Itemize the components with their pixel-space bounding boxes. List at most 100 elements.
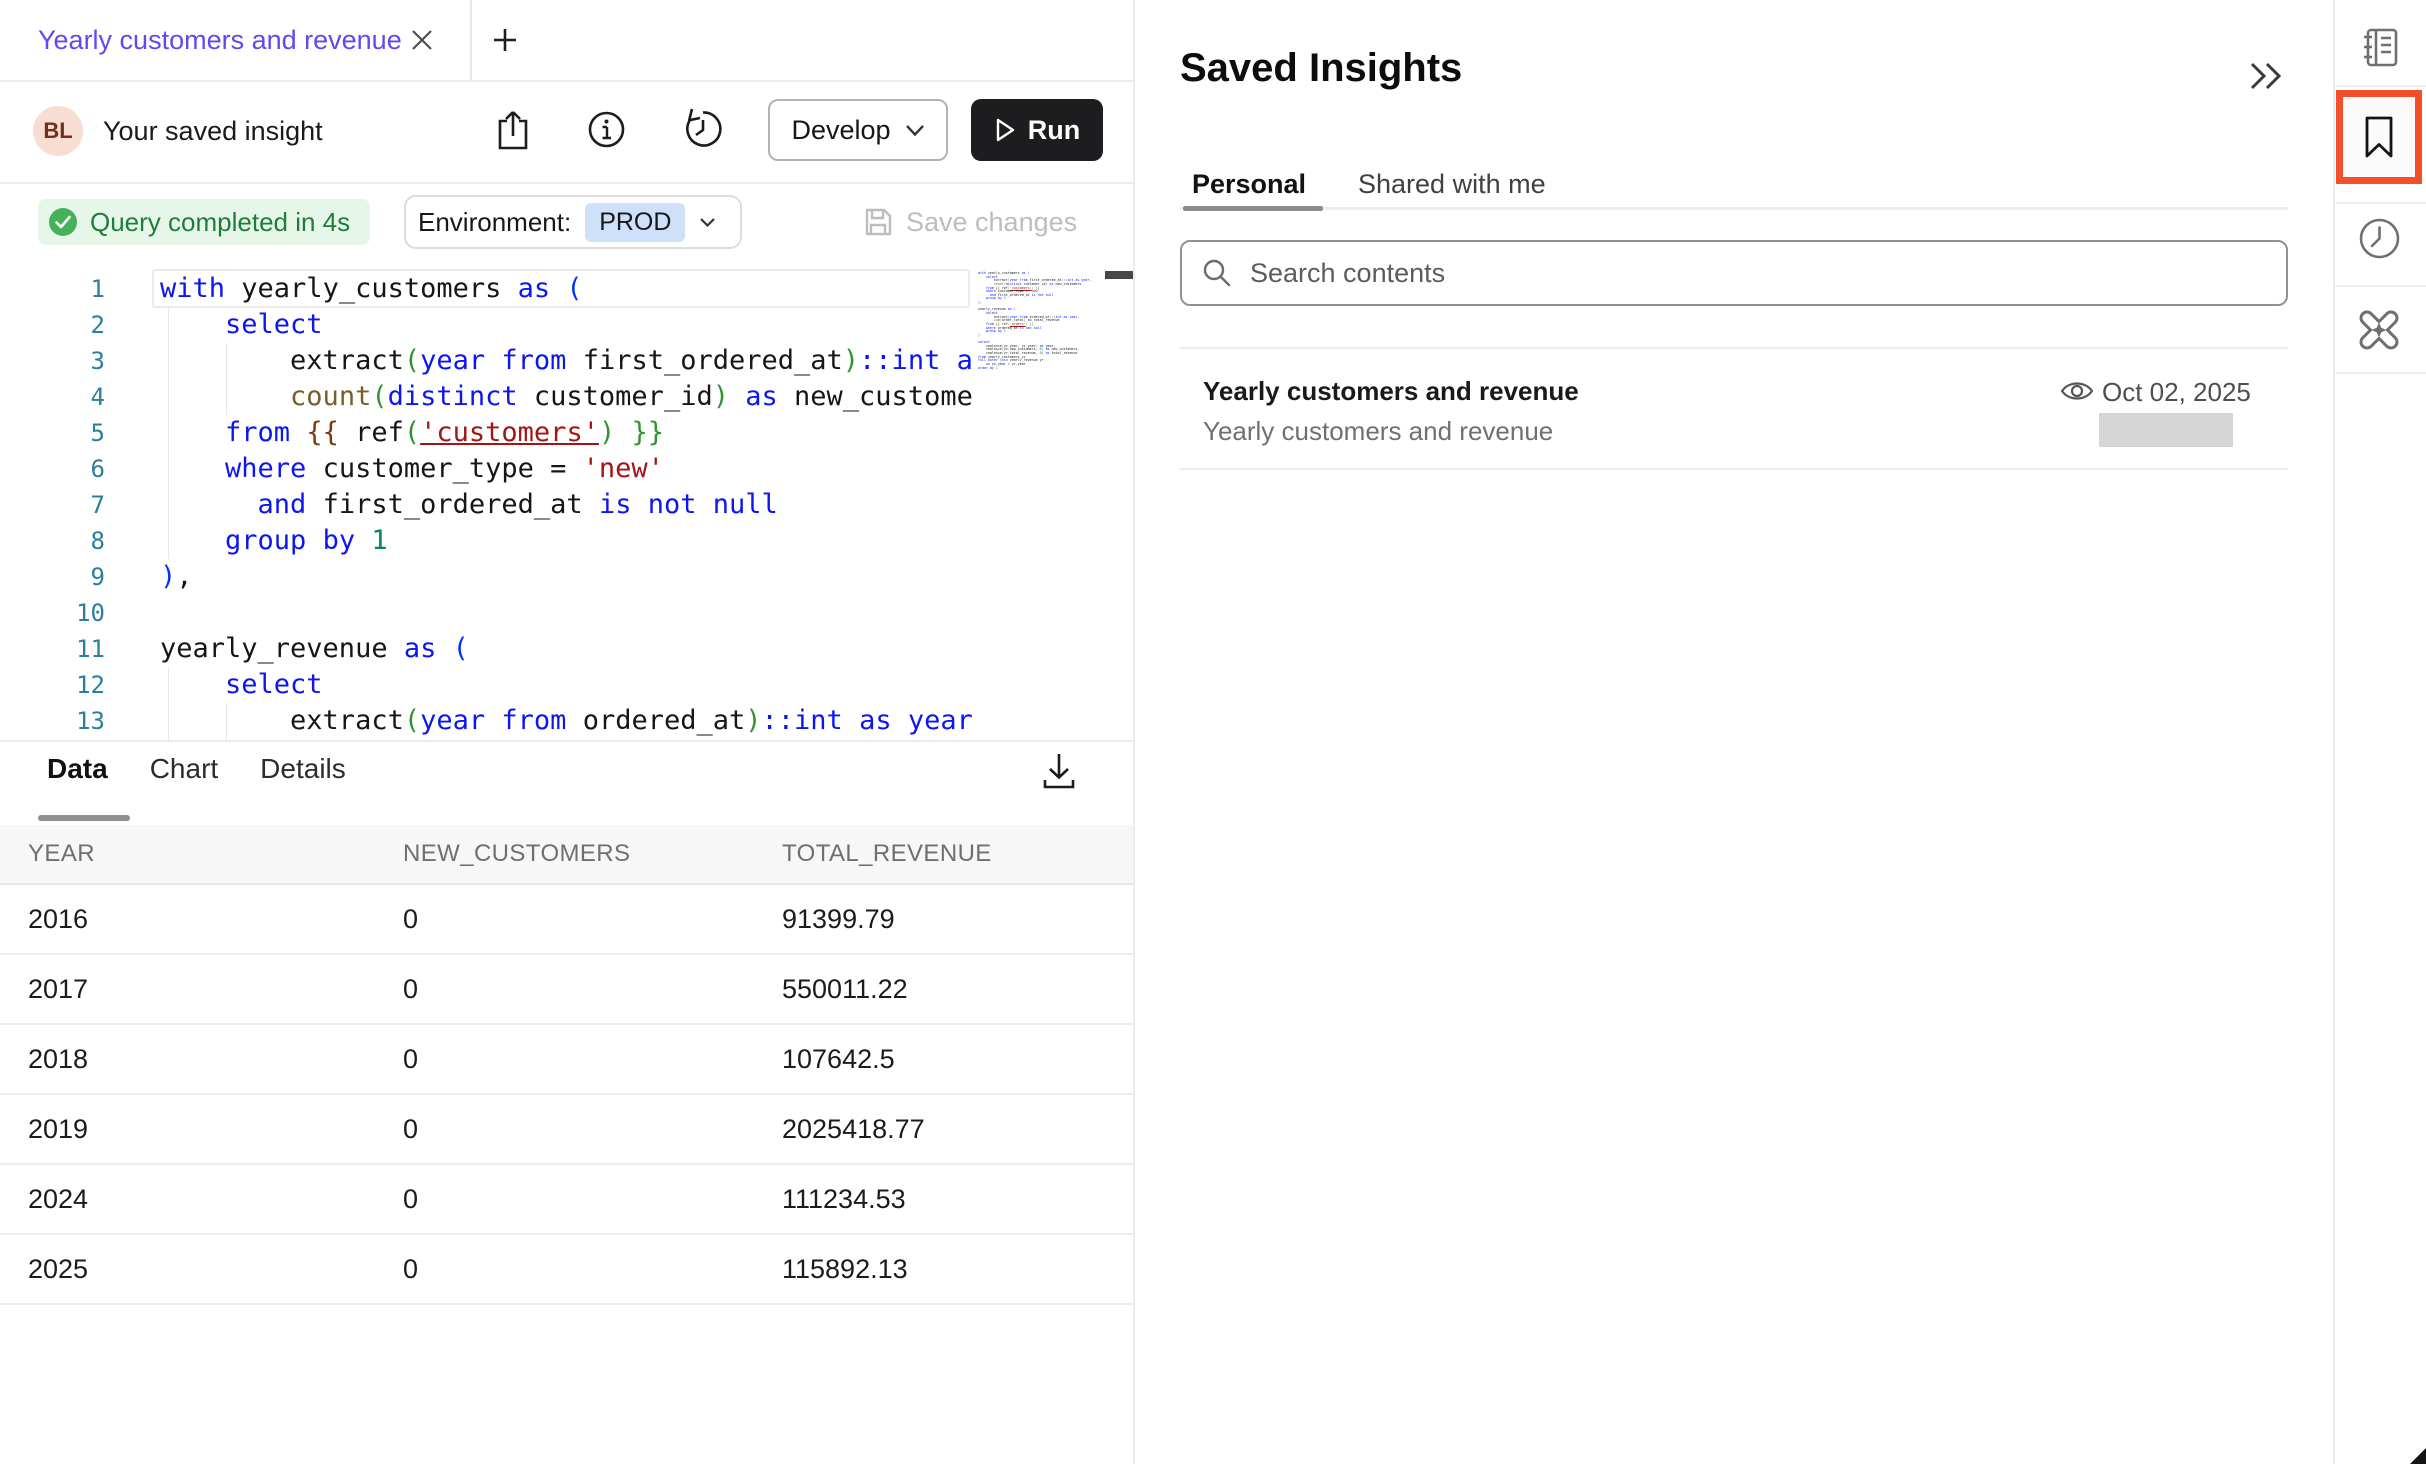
code-token: where (225, 453, 306, 484)
tab-shared-with-me[interactable]: Shared with me (1358, 164, 1546, 204)
bookmark-icon (2361, 114, 2397, 160)
avatar[interactable]: BL (33, 106, 83, 156)
share-icon[interactable] (496, 108, 530, 152)
list-divider (1180, 347, 2288, 349)
code-token: ref (339, 417, 404, 448)
clock-icon[interactable] (2357, 216, 2402, 261)
play-icon (994, 117, 1016, 143)
sql-editor[interactable]: 1with yearly_customers as (2 select3 ext… (0, 258, 1133, 740)
results-table-header: YEARNEW_CUSTOMERSTOTAL_REVENUE (0, 825, 1133, 885)
line-number: 4 (0, 379, 105, 415)
code-token: null (713, 489, 778, 520)
code-token: ) (843, 345, 859, 376)
table-row[interactable]: 201902025418.77 (0, 1095, 1133, 1165)
line-number: 2 (0, 307, 105, 343)
table-cell: 2019 (28, 1114, 403, 1145)
tab-bar-divider (470, 0, 472, 80)
insight-item-subtitle: Yearly customers and revenue (1203, 414, 1553, 448)
code-token (306, 525, 322, 556)
saved-insights-rail-button-active[interactable] (2336, 90, 2422, 184)
minimap-line: order by 1 (978, 367, 1091, 371)
code-lines: 1with yearly_customers as (2 select3 ext… (0, 271, 1133, 740)
tab-details[interactable]: Details (260, 753, 346, 785)
run-button[interactable]: Run (971, 99, 1103, 161)
table-row[interactable]: 2016091399.79 (0, 885, 1133, 955)
dbt-logo-icon[interactable] (2356, 307, 2402, 353)
collapse-panel-icon[interactable] (2248, 60, 2284, 92)
column-header: TOTAL_REVENUE (782, 840, 1133, 868)
code-line: 2 select (0, 307, 1133, 343)
tab-yearly-customers-and-revenue[interactable]: Yearly customers and revenue (38, 0, 402, 80)
info-icon[interactable] (588, 111, 625, 148)
code-token: extract (160, 345, 404, 376)
code-token (160, 453, 225, 484)
tab-data[interactable]: Data (47, 753, 108, 785)
code-token: as (518, 273, 551, 304)
code-token: ( (404, 345, 420, 376)
code-token: select (225, 309, 323, 340)
history-icon[interactable] (683, 107, 723, 151)
tab-chart[interactable]: Chart (150, 753, 218, 785)
code-line: 12 select (0, 667, 1133, 703)
table-row[interactable]: 20170550011.22 (0, 955, 1133, 1025)
tabs-baseline (1180, 207, 2288, 210)
table-cell: 0 (403, 1044, 782, 1075)
code-line: 1with yearly_customers as ( (0, 271, 1133, 307)
code-token: as (745, 381, 778, 412)
line-number: 13 (0, 703, 105, 739)
code-token: }} (631, 417, 664, 448)
search-box[interactable] (1180, 240, 2288, 306)
notebook-icon[interactable] (2357, 25, 2402, 70)
code-token: ( (404, 417, 420, 448)
results-tab-bar: Data Chart Details (47, 753, 346, 785)
rail-section-divider (2335, 372, 2426, 374)
code-token: from (501, 345, 566, 376)
code-token: year (908, 705, 973, 736)
column-header: NEW_CUSTOMERS (403, 840, 782, 868)
eye-icon (2060, 378, 2094, 404)
code-token (160, 381, 290, 412)
code-token: from (225, 417, 290, 448)
code-line: 11yearly_revenue as ( (0, 631, 1133, 667)
code-line: 4 count(distinct customer_id) as new_cus… (0, 379, 1133, 415)
editor-minimap[interactable]: with yearly_customers as ( select extrac… (975, 258, 1105, 740)
code-line: 9), (0, 559, 1133, 595)
code-token: extract (160, 705, 404, 736)
table-row[interactable]: 20180107642.5 (0, 1025, 1133, 1095)
insight-item-title[interactable]: Yearly customers and revenue (1203, 374, 1579, 408)
code-token (631, 489, 647, 520)
environment-value-pill: PROD (585, 203, 685, 242)
table-cell: 2018 (28, 1044, 403, 1075)
save-changes-label: Save changes (906, 199, 1077, 245)
code-token: select (225, 669, 323, 700)
editor-scrollbar-thumb[interactable] (1105, 271, 1133, 279)
download-icon[interactable] (1040, 750, 1078, 792)
tab-bar-border (0, 80, 1133, 82)
tab-personal[interactable]: Personal (1192, 164, 1306, 204)
line-number: 7 (0, 487, 105, 523)
code-token: and (258, 489, 307, 520)
search-input[interactable] (1248, 257, 2148, 290)
develop-button[interactable]: Develop (768, 99, 948, 161)
code-token: as (404, 633, 437, 664)
save-changes-button[interactable]: Save changes (862, 199, 1077, 245)
code-token: ) (160, 561, 176, 592)
table-row[interactable]: 20240111234.53 (0, 1165, 1133, 1235)
code-token: ) (713, 381, 729, 412)
new-tab-icon[interactable] (492, 27, 518, 53)
insight-item-date: Oct 02, 2025 (2102, 376, 2251, 408)
code-token: null (1034, 326, 1042, 330)
environment-selector[interactable]: Environment: PROD (404, 195, 742, 249)
table-row[interactable]: 20250115892.13 (0, 1235, 1133, 1305)
code-token: ( (404, 705, 420, 736)
code-token: ) (978, 333, 980, 337)
table-cell: 2017 (28, 974, 403, 1005)
close-tab-icon[interactable] (410, 28, 434, 52)
editor-scrollbar[interactable] (1105, 258, 1133, 740)
rail-section-divider (2335, 202, 2426, 204)
develop-label: Develop (791, 115, 890, 146)
thumbnail-placeholder (2099, 413, 2233, 447)
code-token: first_ordered_at (306, 489, 599, 520)
line-number: 6 (0, 451, 105, 487)
code-token: customer_type = (306, 453, 582, 484)
